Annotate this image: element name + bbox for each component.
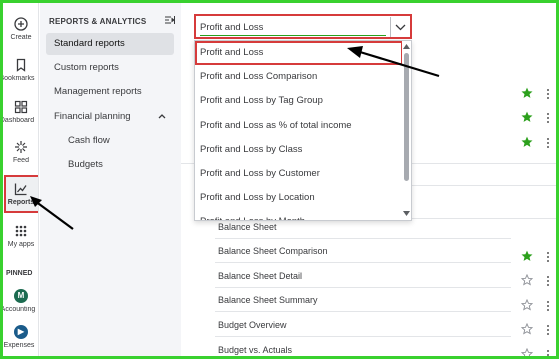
report-row-balance-sheet-detail[interactable]: Balance Sheet Detail xyxy=(215,264,511,288)
annotation-arrow-option xyxy=(347,46,440,78)
rail-item-accounting[interactable]: M Accounting xyxy=(3,289,38,313)
subnav-item-label: Financial planning xyxy=(54,111,131,122)
rail-label: Expenses xyxy=(3,342,35,349)
favorite-star-icon[interactable] xyxy=(521,87,533,99)
accounting-app-icon: M xyxy=(14,289,28,303)
report-row-balance-sheet-summary[interactable]: Balance Sheet Summary xyxy=(215,288,511,312)
dropdown-option[interactable]: Profit and Loss by Location xyxy=(195,186,403,210)
row-menu-icon[interactable] xyxy=(547,300,550,313)
scroll-down-arrow-icon[interactable] xyxy=(403,211,410,216)
sparkle-icon xyxy=(15,141,27,153)
report-row-budget-overview[interactable]: Budget Overview xyxy=(215,313,511,337)
rail-label: Feed xyxy=(13,157,29,164)
pinned-heading: PINNED xyxy=(6,270,33,277)
subnav-item-standard-reports[interactable]: Standard reports xyxy=(46,33,174,55)
favorite-star-icon[interactable] xyxy=(521,111,533,123)
dropdown-toggle-button[interactable] xyxy=(390,17,409,37)
row-menu-icon[interactable] xyxy=(547,88,550,101)
reports-subnav: REPORTS & ANALYTICS Standard reports Cus… xyxy=(40,3,181,356)
rail-item-feed[interactable]: Feed xyxy=(3,140,38,164)
rail-item-dashboard[interactable]: Dashboard xyxy=(3,100,38,124)
report-row-balance-sheet-comparison[interactable]: Balance Sheet Comparison xyxy=(215,239,511,263)
section-divider xyxy=(401,185,556,186)
row-menu-icon[interactable] xyxy=(547,137,550,150)
plus-circle-icon xyxy=(14,17,28,31)
report-row-budget-vs-actuals[interactable]: Budget vs. Actuals xyxy=(215,338,511,359)
dropdown-option[interactable]: Profit and Loss by Class xyxy=(195,138,403,162)
favorite-star-outline-icon[interactable] xyxy=(521,274,533,286)
row-menu-icon[interactable] xyxy=(547,112,550,125)
subnav-item-financial-planning[interactable]: Financial planning xyxy=(46,106,174,128)
rail-label: Create xyxy=(10,34,32,41)
favorite-star-outline-icon[interactable] xyxy=(521,299,533,311)
row-menu-icon[interactable] xyxy=(547,324,550,337)
dropdown-option[interactable]: Profit and Loss by Month xyxy=(195,210,403,220)
collapse-panel-icon[interactable] xyxy=(164,15,176,25)
chevron-up-icon xyxy=(158,114,166,119)
chevron-down-icon xyxy=(395,24,406,31)
subnav-item-cash-flow[interactable]: Cash flow xyxy=(60,130,174,152)
subnav-item-budgets[interactable]: Budgets xyxy=(60,154,174,176)
bookmark-icon xyxy=(16,58,26,72)
row-menu-icon[interactable] xyxy=(547,349,550,359)
rail-item-bookmarks[interactable]: Bookmarks xyxy=(3,58,38,82)
dropdown-option[interactable]: Profit and Loss by Tag Group xyxy=(195,89,403,113)
row-menu-icon[interactable] xyxy=(547,275,550,288)
rail-label: Bookmarks xyxy=(3,75,35,82)
favorite-star-icon[interactable] xyxy=(521,250,533,262)
subnav-item-management-reports[interactable]: Management reports xyxy=(46,81,174,103)
dropdown-option[interactable]: Profit and Loss by Customer xyxy=(195,162,403,186)
favorite-star-icon[interactable] xyxy=(521,136,533,148)
rail-item-create[interactable]: Create xyxy=(3,17,38,41)
favorite-star-outline-icon[interactable] xyxy=(521,323,533,335)
favorite-star-outline-icon[interactable] xyxy=(521,348,533,359)
rail-item-expenses[interactable]: ▶ Expenses xyxy=(3,325,38,349)
row-menu-icon[interactable] xyxy=(547,251,550,264)
subnav-header: REPORTS & ANALYTICS xyxy=(49,17,147,26)
expenses-app-icon: ▶ xyxy=(14,325,28,339)
rail-label: My apps xyxy=(7,241,35,248)
rail-label: Accounting xyxy=(3,306,36,313)
annotation-arrow-reports xyxy=(30,196,74,230)
subnav-item-custom-reports[interactable]: Custom reports xyxy=(46,57,174,79)
rail-label: Dashboard xyxy=(3,117,35,124)
left-rail: Create Bookmarks Dashboard Feed Reports … xyxy=(3,3,39,356)
report-search-input[interactable]: Profit and Loss xyxy=(200,20,386,36)
dashboard-grid-icon xyxy=(14,100,28,114)
report-search-combobox[interactable]: Profit and Loss xyxy=(194,14,412,39)
dropdown-option[interactable]: Profit and Loss as % of total income xyxy=(195,114,403,138)
